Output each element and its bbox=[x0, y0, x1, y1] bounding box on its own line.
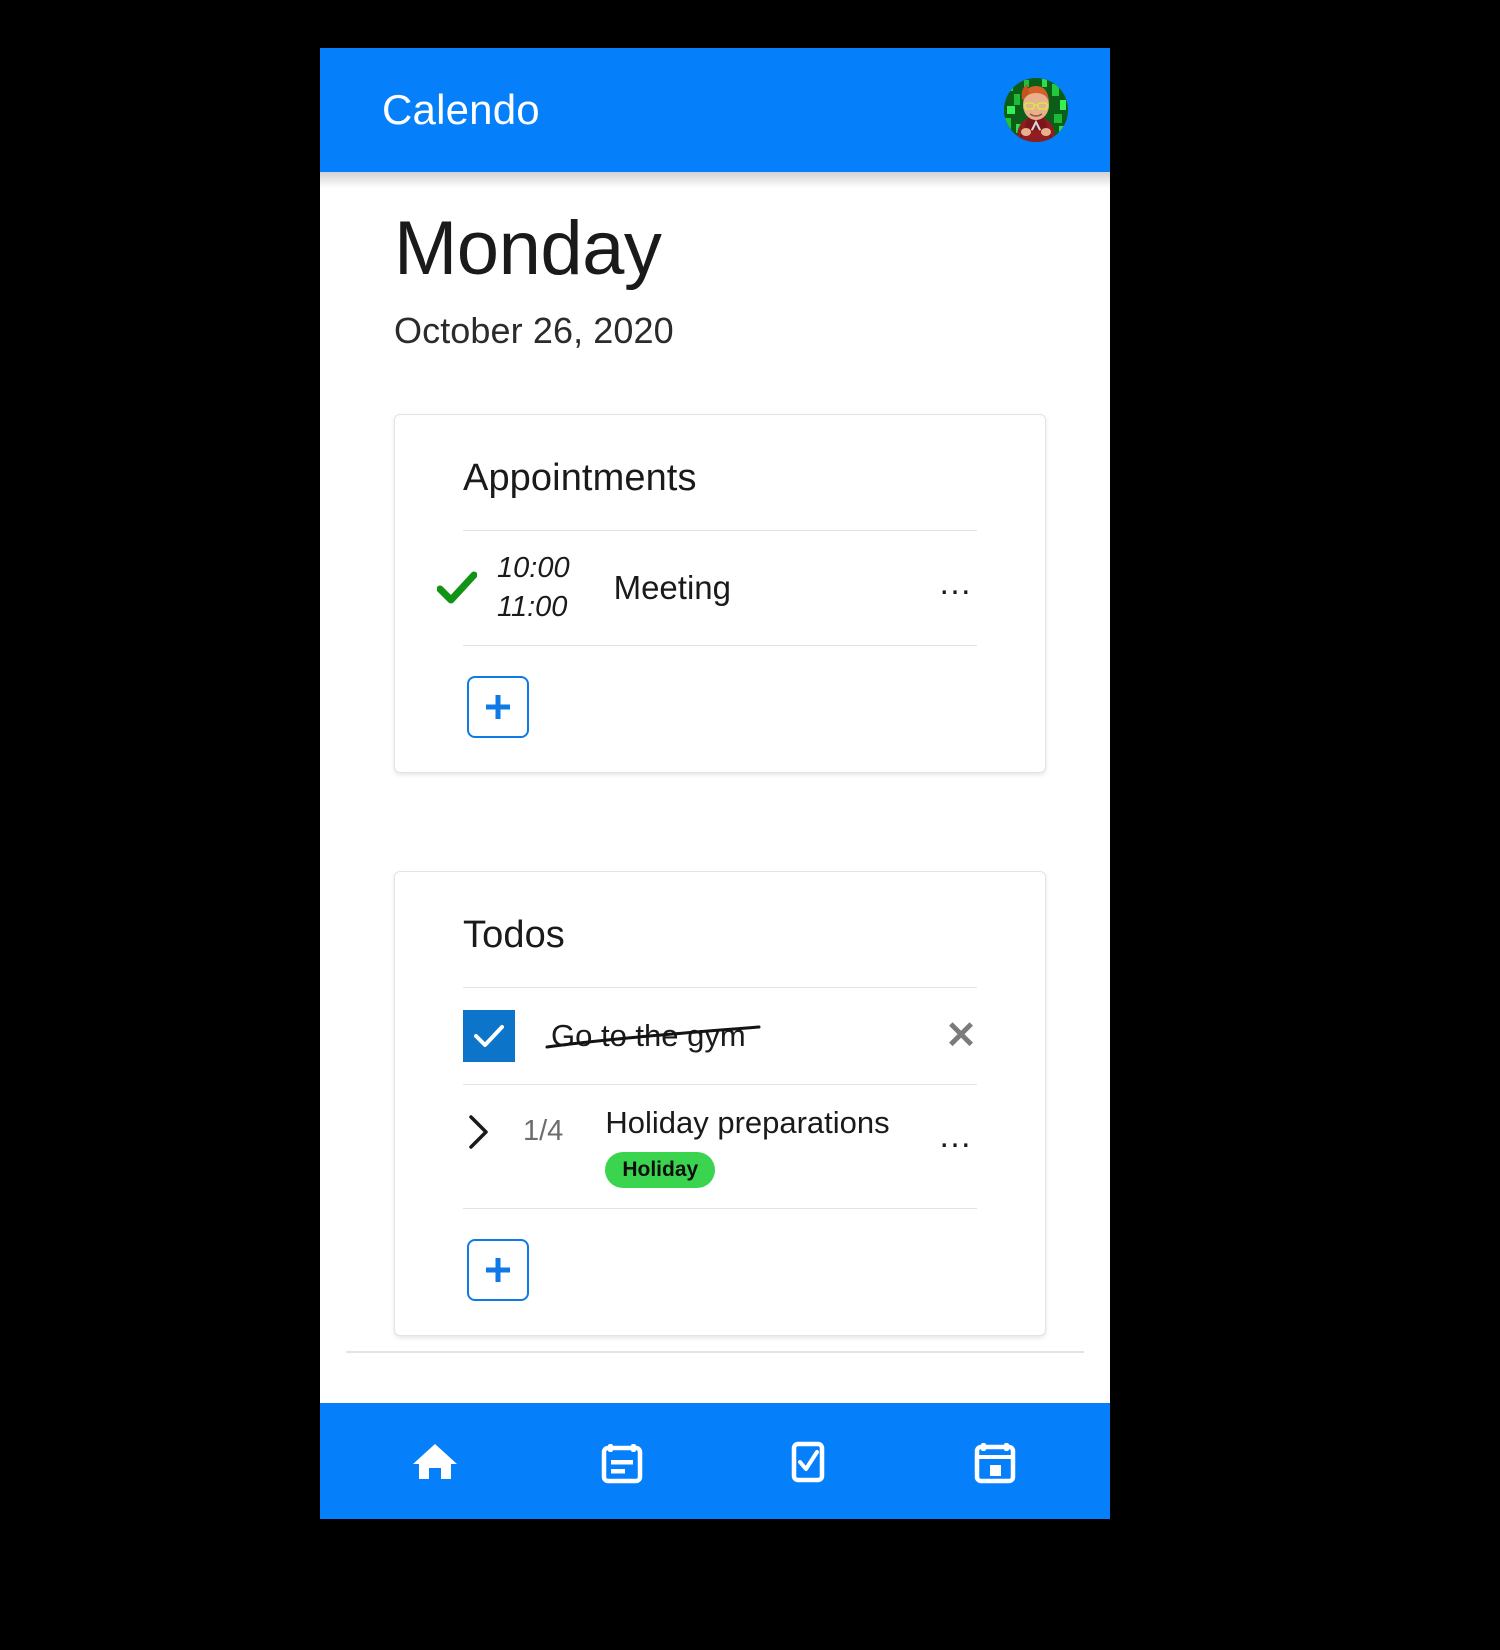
page-subtitle: October 26, 2020 bbox=[394, 309, 674, 351]
appointments-card: Appointments 10:00 11:00 Meeting … bbox=[394, 413, 1046, 773]
todo-group-main: Holiday preparations Holiday bbox=[605, 1105, 938, 1189]
avatar-image bbox=[1004, 78, 1068, 142]
check-icon bbox=[474, 1024, 504, 1047]
appointment-start-time: 10:00 bbox=[497, 551, 570, 584]
add-appointment-wrap bbox=[395, 646, 1045, 738]
appointment-menu-icon[interactable]: … bbox=[938, 566, 977, 610]
todo-group-menu-icon[interactable]: … bbox=[938, 1105, 977, 1153]
plus-icon bbox=[486, 1258, 510, 1283]
nav-item-calendar[interactable] bbox=[902, 1403, 1089, 1519]
todo-group-row[interactable]: 1/4 Holiday preparations Holiday … bbox=[395, 1085, 1045, 1209]
home-icon bbox=[413, 1444, 458, 1479]
app-title: Calendo bbox=[382, 86, 540, 133]
add-appointment-button[interactable] bbox=[467, 675, 529, 738]
green-check-icon[interactable] bbox=[431, 571, 483, 605]
avatar[interactable] bbox=[1004, 78, 1068, 142]
todo-checkbox-checked[interactable] bbox=[463, 1009, 515, 1062]
todos-card-title: Todos bbox=[463, 913, 565, 956]
add-todo-wrap bbox=[395, 1209, 1045, 1302]
page-title: Monday bbox=[394, 206, 662, 291]
todo-row[interactable]: Go to the gym ✕ bbox=[395, 988, 1045, 1084]
scroll-body[interactable]: Monday October 26, 2020 Appointments 10: bbox=[320, 172, 1110, 1403]
todo-remove-icon[interactable]: ✕ bbox=[945, 1017, 977, 1055]
page-content: Monday October 26, 2020 Appointments 10: bbox=[320, 172, 1110, 1337]
checkbox-icon bbox=[792, 1441, 825, 1483]
todo-group-count: 1/4 bbox=[523, 1114, 564, 1147]
add-todo-button[interactable] bbox=[467, 1239, 529, 1302]
bottom-navigation bbox=[320, 1403, 1110, 1519]
phone-viewport: Calendo Monday October 26, 2020 Appointm… bbox=[320, 48, 1110, 1519]
nav-item-appointments[interactable] bbox=[529, 1403, 716, 1519]
screen-root: Calendo Monday October 26, 2020 Appointm… bbox=[0, 0, 1500, 1650]
app-bar: Calendo bbox=[320, 48, 1110, 172]
todo-label-wrap: Go to the gym bbox=[545, 1017, 945, 1054]
appointment-end-time: 11:00 bbox=[497, 590, 568, 623]
appointment-row[interactable]: 10:00 11:00 Meeting … bbox=[395, 531, 1045, 645]
chevron-right-icon[interactable] bbox=[457, 1105, 501, 1151]
agenda-icon bbox=[601, 1444, 642, 1484]
calendar-day-icon bbox=[974, 1443, 1015, 1484]
todo-label: Go to the gym bbox=[551, 1017, 746, 1053]
todos-card: Todos Go to the gym ✕ 1/4 Holiday prepar… bbox=[394, 870, 1046, 1337]
nav-item-todos[interactable] bbox=[715, 1403, 902, 1519]
plus-icon bbox=[486, 694, 510, 719]
content-bottom-rule bbox=[346, 1351, 1084, 1353]
nav-item-home[interactable] bbox=[342, 1403, 529, 1519]
appointment-time: 10:00 11:00 bbox=[497, 549, 570, 627]
appointments-card-title: Appointments bbox=[463, 456, 697, 499]
todo-group-label: Holiday preparations bbox=[605, 1104, 890, 1140]
status-badge: Holiday bbox=[605, 1152, 716, 1189]
appointment-label: Meeting bbox=[613, 568, 731, 606]
